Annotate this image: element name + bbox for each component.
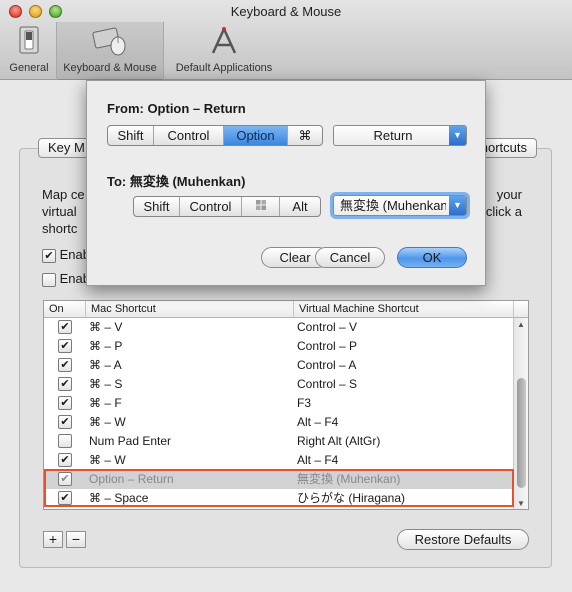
row-enabled-checkbox[interactable]: ✔ <box>58 377 72 391</box>
scroll-thumb[interactable] <box>517 378 526 488</box>
mac-shortcut-cell: ⌘ – F <box>89 396 122 410</box>
mac-shortcut-cell: ⌘ – P <box>89 339 123 353</box>
enable-language-mappings-checkbox[interactable]: Enab <box>42 271 90 287</box>
window-title: Keyboard & Mouse <box>230 4 342 19</box>
row-enabled-checkbox[interactable]: ✔ <box>58 415 72 429</box>
from-modifier-control[interactable]: Control <box>154 126 224 145</box>
vm-shortcut-cell: Control – V <box>297 320 358 334</box>
to-key-value: 無変換 (Muhenkan) <box>340 198 446 213</box>
add-mapping-button[interactable]: + <box>43 531 63 548</box>
switch-icon <box>18 26 40 57</box>
column-header-vm-shortcut[interactable]: Virtual Machine Shortcut <box>294 301 514 317</box>
applications-icon <box>209 26 239 59</box>
row-enabled-checkbox[interactable]: ✔ <box>58 472 72 486</box>
row-enabled-checkbox[interactable]: ✔ <box>58 453 72 467</box>
mac-shortcut-cell: ⌘ – W <box>89 415 126 429</box>
ok-button[interactable]: OK <box>397 247 467 268</box>
table-rows: ✔ ⌘ – V Control – V ✔ ⌘ – P Control – P ✔ ⌘ – A… <box>44 318 514 508</box>
toolbar-general[interactable]: General <box>4 22 54 80</box>
vm-shortcut-cell: Right Alt (AltGr) <box>297 434 381 448</box>
column-header-mac-shortcut[interactable]: Mac Shortcut <box>86 301 294 317</box>
table-row[interactable]: ✔ ⌘ – A Control – A <box>44 356 514 375</box>
restore-defaults-button[interactable]: Restore Defaults <box>397 529 529 550</box>
table-row[interactable]: ✔ ⌘ – W Alt – F4 <box>44 413 514 432</box>
checkbox[interactable]: ✔ <box>42 248 56 263</box>
toolbar-general-label: General <box>9 62 49 74</box>
chevron-down-icon: ▼ <box>449 196 466 215</box>
vm-shortcut-cell: F3 <box>297 396 312 410</box>
description-line-1-end: your <box>496 187 522 202</box>
table-scrollbar[interactable]: ▲ ▼ <box>513 318 528 509</box>
shortcuts-table: On Mac Shortcut Virtual Machine Shortcut… <box>43 300 529 510</box>
toolbar-default-applications-label: Default Applications <box>175 62 273 74</box>
to-label: To: 無変換 (Muhenkan) <box>107 174 246 189</box>
description-line-2-end: click a <box>485 204 522 219</box>
vm-shortcut-cell: ひらがな (Hiragana) <box>297 491 406 505</box>
edit-mapping-sheet: From: Option – Return Shift Control Opti… <box>86 80 486 286</box>
mac-shortcut-cell: Option – Return <box>89 472 174 486</box>
mac-shortcut-cell: ⌘ – S <box>89 377 123 391</box>
to-modifier-segment[interactable]: Shift Control Alt <box>133 196 321 217</box>
from-key-value: Return <box>373 128 413 143</box>
table-row[interactable]: ✔ ⌘ – F F3 <box>44 394 514 413</box>
mac-shortcut-cell: ⌘ – W <box>89 453 126 467</box>
from-label: From: Option – Return <box>107 101 246 116</box>
from-modifier-segment[interactable]: Shift Control Option ⌘ <box>107 125 323 146</box>
scroll-down-icon[interactable]: ▼ <box>517 499 525 508</box>
mac-shortcut-cell: Num Pad Enter <box>89 434 172 448</box>
toolbar-keyboard-mouse-label: Keyboard & Mouse <box>63 62 157 74</box>
table-row[interactable]: ✔ ⌘ – Space ひらがな (Hiragana) <box>44 489 514 508</box>
keyboard-mouse-icon <box>92 26 128 59</box>
row-enabled-checkbox[interactable]: ✔ <box>58 491 72 505</box>
from-key-popup[interactable]: Return ▼ <box>333 125 467 146</box>
mac-shortcut-cell: ⌘ – A <box>89 358 122 372</box>
cancel-button[interactable]: Cancel <box>315 247 385 268</box>
row-enabled-checkbox[interactable]: ✔ <box>58 396 72 410</box>
description-line-1: Map ce <box>42 187 85 202</box>
to-modifier-windows[interactable] <box>242 197 280 216</box>
to-modifier-shift[interactable]: Shift <box>134 197 180 216</box>
table-row[interactable]: ✔ Option – Return 無変換 (Muhenkan) <box>44 470 514 489</box>
description-line-3: shortc <box>42 221 78 236</box>
from-modifier-shift[interactable]: Shift <box>108 126 154 145</box>
table-row[interactable]: ✔ ⌘ – W Alt – F4 <box>44 451 514 470</box>
column-header-on[interactable]: On <box>44 301 86 317</box>
chevron-down-icon: ▼ <box>449 126 466 145</box>
toolbar-default-applications[interactable]: Default Applications <box>166 22 282 80</box>
window-toolbar: Keyboard & Mouse General Keyboard & Mous… <box>0 0 572 80</box>
vm-shortcut-cell: 無変換 (Muhenkan) <box>297 472 401 486</box>
row-enabled-checkbox[interactable]: ✔ <box>58 320 72 334</box>
enable-key-mappings-checkbox[interactable]: ✔ Enab <box>42 247 90 263</box>
to-modifier-control[interactable]: Control <box>180 197 242 216</box>
table-header: On Mac Shortcut Virtual Machine Shortcut <box>44 301 528 318</box>
mac-shortcut-cell: ⌘ – V <box>89 320 123 334</box>
vm-shortcut-cell: Control – P <box>297 339 358 353</box>
row-enabled-checkbox[interactable] <box>58 434 72 448</box>
vm-shortcut-cell: Alt – F4 <box>297 453 339 467</box>
vm-shortcut-cell: Alt – F4 <box>297 415 339 429</box>
table-row[interactable]: ✔ ⌘ – P Control – P <box>44 337 514 356</box>
scroll-up-icon[interactable]: ▲ <box>517 320 525 329</box>
table-row[interactable]: ✔ ⌘ – V Control – V <box>44 318 514 337</box>
checkbox[interactable] <box>42 272 56 287</box>
to-modifier-alt[interactable]: Alt <box>280 197 320 216</box>
row-enabled-checkbox[interactable]: ✔ <box>58 339 72 353</box>
row-enabled-checkbox[interactable]: ✔ <box>58 358 72 372</box>
mac-shortcut-cell: ⌘ – Space <box>89 491 149 505</box>
toolbar-keyboard-mouse[interactable]: Keyboard & Mouse <box>56 22 164 80</box>
from-modifier-command[interactable]: ⌘ <box>288 126 322 145</box>
description-line-2: virtual <box>42 204 77 219</box>
from-modifier-option[interactable]: Option <box>224 126 288 145</box>
windows-logo-icon <box>255 199 267 214</box>
to-key-popup[interactable]: 無変換 (Muhenkan) ▼ <box>333 195 467 216</box>
table-row[interactable]: Num Pad Enter Right Alt (AltGr) <box>44 432 514 451</box>
table-row[interactable]: ✔ ⌘ – S Control – S <box>44 375 514 394</box>
vm-shortcut-cell: Control – S <box>297 377 358 391</box>
remove-mapping-button[interactable]: − <box>66 531 86 548</box>
vm-shortcut-cell: Control – A <box>297 358 357 372</box>
